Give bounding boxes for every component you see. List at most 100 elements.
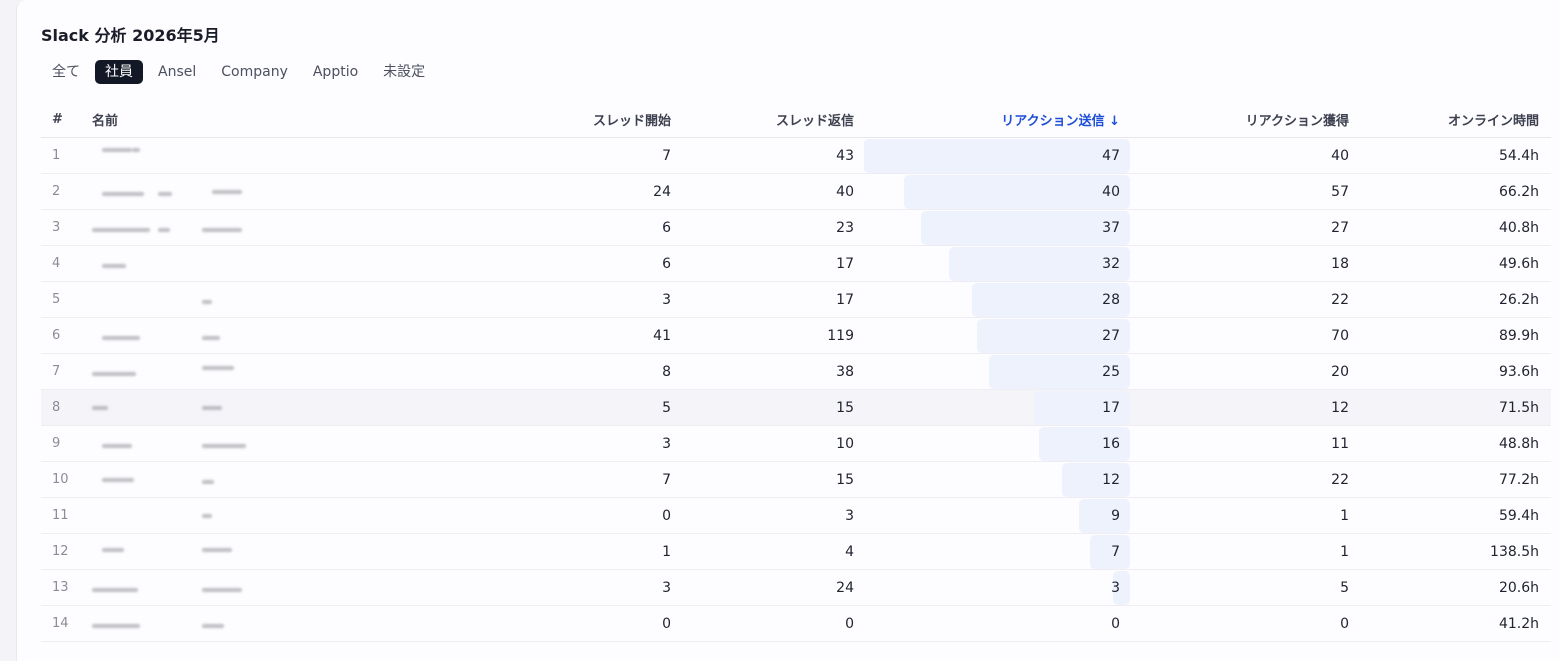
reactions-received-cell: 18	[1331, 255, 1349, 272]
threads-cell: 7	[662, 147, 671, 164]
table-header: # 名前 スレッド開始 スレッド返信 リアクション送信 ↓ リアクション獲得 オ…	[41, 102, 1551, 138]
redacted-name	[92, 572, 272, 604]
replies-cell: 4	[845, 543, 854, 560]
replies-cell: 119	[827, 327, 854, 344]
tab-unset[interactable]: 未設定	[373, 60, 435, 84]
table-row[interactable]: 12 1 4 7 1 138.5h	[41, 534, 1551, 570]
reactions-sent-cell: 3	[1111, 579, 1120, 596]
table-row[interactable]: 9 3 10 16 11 48.8h	[41, 426, 1551, 462]
table-row[interactable]: 5 3 17 28 22 26.2h	[41, 282, 1551, 318]
online-time-cell: 40.8h	[1498, 219, 1539, 236]
row-index: 11	[52, 508, 69, 523]
row-index: 8	[52, 400, 61, 415]
table-row[interactable]: 2 24 40 40 57 66.2h	[41, 174, 1551, 210]
table-row[interactable]: 7 8 38 25 20 93.6h	[41, 354, 1551, 390]
reactions-received-cell: 1	[1340, 507, 1349, 524]
reactions-received-cell: 11	[1331, 435, 1349, 452]
online-time-cell: 26.2h	[1498, 291, 1539, 308]
replies-cell: 15	[836, 471, 854, 488]
tab-apptio[interactable]: Apptio	[303, 60, 368, 84]
reactions-received-cell: 27	[1331, 219, 1349, 236]
tab-ansel[interactable]: Ansel	[148, 60, 206, 84]
tab-all[interactable]: 全て	[43, 60, 90, 84]
column-replies-header[interactable]: スレッド返信	[776, 110, 854, 129]
online-time-cell: 41.2h	[1498, 615, 1539, 632]
replies-cell: 43	[836, 147, 854, 164]
replies-cell: 0	[845, 615, 854, 632]
replies-cell: 38	[836, 363, 854, 380]
column-threads-header[interactable]: スレッド開始	[593, 110, 671, 129]
replies-cell: 15	[836, 399, 854, 416]
redacted-name	[92, 176, 272, 208]
row-index: 2	[52, 184, 61, 199]
filter-tabs: 全て 社員 Ansel Company Apptio 未設定	[43, 60, 440, 84]
table-row[interactable]: 3 6 23 37 27 40.8h	[41, 210, 1551, 246]
table-row[interactable]: 13 3 24 3 5 20.6h	[41, 570, 1551, 606]
reactions-sent-cell: 37	[1102, 219, 1120, 236]
replies-cell: 40	[836, 183, 854, 200]
replies-cell: 17	[836, 291, 854, 308]
reactions-received-cell: 20	[1331, 363, 1349, 380]
redacted-name	[92, 212, 272, 244]
table-row[interactable]: 6 41 119 27 70 89.9h	[41, 318, 1551, 354]
online-time-cell: 66.2h	[1498, 183, 1539, 200]
analytics-card: Slack 分析 2026年5月 全て 社員 Ansel Company App…	[16, 0, 1560, 661]
reactions-received-cell: 5	[1340, 579, 1349, 596]
online-time-cell: 138.5h	[1490, 543, 1539, 560]
reactions-received-cell: 12	[1331, 399, 1349, 416]
tab-employees[interactable]: 社員	[95, 60, 143, 84]
reactions-sent-bar	[920, 211, 1130, 245]
reactions-sent-cell: 32	[1102, 255, 1120, 272]
replies-cell: 3	[845, 507, 854, 524]
threads-cell: 6	[662, 219, 671, 236]
threads-cell: 0	[662, 507, 671, 524]
online-time-cell: 71.5h	[1498, 399, 1539, 416]
redacted-name	[92, 428, 272, 460]
table-row[interactable]: 1 7 43 47 40 54.4h	[41, 138, 1551, 174]
threads-cell: 7	[662, 471, 671, 488]
threads-cell: 8	[662, 363, 671, 380]
threads-cell: 0	[662, 615, 671, 632]
column-reactions-sent-header[interactable]: リアクション送信 ↓	[1001, 110, 1120, 129]
online-time-cell: 77.2h	[1498, 471, 1539, 488]
row-index: 12	[52, 544, 69, 559]
reactions-received-cell: 22	[1331, 291, 1349, 308]
reactions-sent-cell: 9	[1111, 507, 1120, 524]
threads-cell: 3	[662, 435, 671, 452]
reactions-sent-cell: 27	[1102, 327, 1120, 344]
stats-table: # 名前 スレッド開始 スレッド返信 リアクション送信 ↓ リアクション獲得 オ…	[41, 102, 1551, 642]
online-time-cell: 54.4h	[1498, 147, 1539, 164]
column-name-header[interactable]: 名前	[92, 110, 118, 129]
reactions-received-cell: 40	[1331, 147, 1349, 164]
row-index: 5	[52, 292, 61, 307]
replies-cell: 24	[836, 579, 854, 596]
online-time-cell: 49.6h	[1498, 255, 1539, 272]
redacted-name	[92, 356, 272, 388]
tab-company[interactable]: Company	[211, 60, 298, 84]
table-row[interactable]: 14 0 0 0 0 41.2h	[41, 606, 1551, 642]
table-row[interactable]: 8 5 15 17 12 71.5h	[41, 390, 1551, 426]
row-index: 14	[52, 616, 69, 631]
table-row[interactable]: 11 0 3 9 1 59.4h	[41, 498, 1551, 534]
threads-cell: 24	[653, 183, 671, 200]
column-online-header[interactable]: オンライン時間	[1448, 110, 1539, 129]
column-reactions-received-header[interactable]: リアクション獲得	[1246, 110, 1349, 129]
page-title: Slack 分析 2026年5月	[41, 26, 220, 45]
online-time-cell: 20.6h	[1498, 579, 1539, 596]
redacted-name	[92, 536, 272, 568]
row-index: 7	[52, 364, 61, 379]
redacted-name	[92, 320, 272, 352]
redacted-name	[92, 464, 272, 496]
threads-cell: 3	[662, 291, 671, 308]
reactions-sent-cell: 7	[1111, 543, 1120, 560]
reactions-sent-cell: 17	[1102, 399, 1120, 416]
threads-cell: 6	[662, 255, 671, 272]
table-body: 1 7 43 47 40 54.4h 2 24 40 40 57 66.2h 3 6 23 37 27 40.8h…	[41, 138, 1551, 642]
table-row[interactable]: 4 6 17 32 18 49.6h	[41, 246, 1551, 282]
reactions-sent-bar	[864, 139, 1130, 173]
reactions-received-cell: 1	[1340, 543, 1349, 560]
table-row[interactable]: 10 7 15 12 22 77.2h	[41, 462, 1551, 498]
threads-cell: 5	[662, 399, 671, 416]
threads-cell: 3	[662, 579, 671, 596]
replies-cell: 23	[836, 219, 854, 236]
